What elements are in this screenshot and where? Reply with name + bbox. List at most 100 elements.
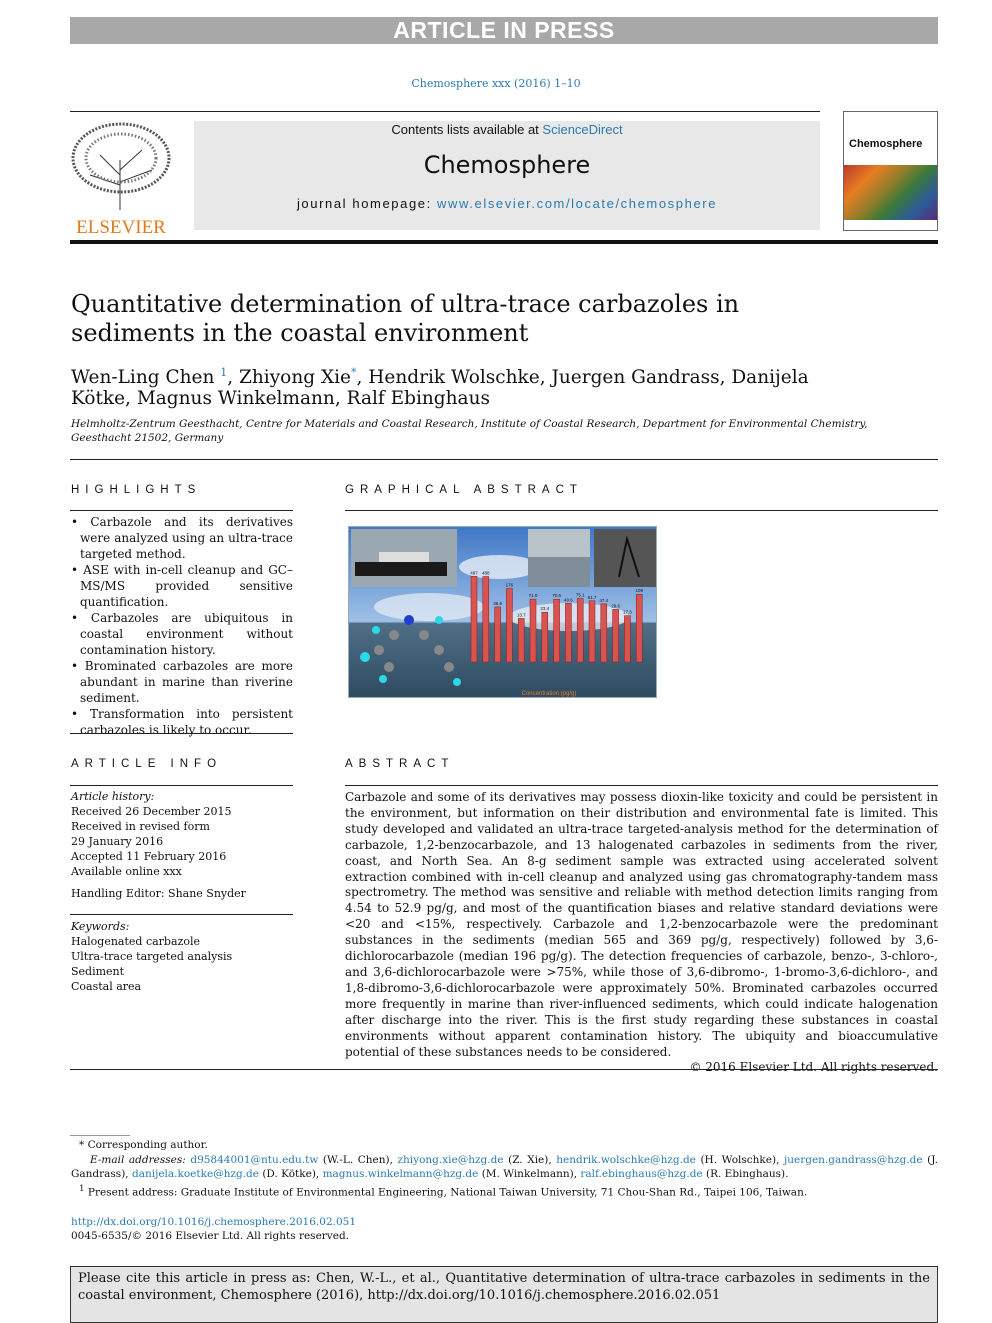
- bar-label: 176: [506, 582, 514, 587]
- author: , Zhiyong Xie: [227, 367, 351, 389]
- highlight-item: • Brominated carbazoles are more abundan…: [71, 659, 293, 705]
- graphical-abstract-figure: 497 488 36.6 176 13.7 71.0 23.4 70.6 49.6 75.1 61.…: [348, 526, 657, 698]
- bar-label: 488: [482, 571, 490, 576]
- sciencedirect-link[interactable]: ScienceDirect: [542, 122, 622, 137]
- author: Wen-Ling Chen: [71, 367, 221, 389]
- email-link[interactable]: danijela.koetke@hzg.de: [132, 1168, 259, 1180]
- divider: [70, 510, 293, 511]
- email-link[interactable]: magnus.winkelmann@hzg.de: [323, 1168, 479, 1180]
- highlight-item: • Carbazoles are ubiquitous in coastal e…: [71, 611, 293, 657]
- chart-bar: [494, 606, 501, 663]
- email-link[interactable]: ralf.ebinghaus@hzg.de: [580, 1168, 702, 1180]
- bar-label: 75.1: [576, 592, 585, 597]
- present-address-note: Present address: Graduate Institute of E…: [87, 1186, 808, 1198]
- chart-bar: [612, 609, 619, 663]
- homepage-link[interactable]: www.elsevier.com/locate/chemosphere: [437, 196, 717, 211]
- divider: [70, 733, 293, 734]
- history-item: Accepted 11 February 2016: [71, 850, 227, 863]
- bar-label: 17.3: [623, 610, 632, 615]
- divider: [70, 785, 293, 786]
- chart-x-caption: Concentration (pg/g): [522, 691, 577, 697]
- email-link[interactable]: d95844001@ntu.edu.tw: [190, 1154, 318, 1166]
- article-info-heading: ARTICLE INFO: [71, 758, 223, 770]
- email-owner: (H. Wolschke),: [695, 1153, 784, 1166]
- citation-box: Please cite this article in press as: Ch…: [70, 1266, 938, 1323]
- footnote-marker: 1: [79, 1183, 85, 1194]
- affiliation: Helmholtz-Zentrum Geesthacht, Centre for…: [71, 418, 868, 444]
- chart-bar: [541, 611, 549, 663]
- email-owner: (M. Winkelmann),: [478, 1168, 581, 1180]
- abstract-heading: ABSTRACT: [345, 758, 455, 770]
- history-item: Received in revised form: [71, 820, 210, 833]
- history-item: Available online xxx: [71, 865, 182, 878]
- highlight-item: • ASE with in-cell cleanup and GC–MS/MS …: [71, 563, 293, 609]
- bar-label: 47.4: [599, 598, 608, 603]
- article-in-press-banner: ARTICLE IN PRESS: [70, 17, 938, 44]
- divider: [345, 785, 938, 786]
- journal-header: Contents lists available at ScienceDirec…: [194, 121, 820, 230]
- chart-bar: [565, 603, 572, 663]
- issn-copyright: 0045-6535/© 2016 Elsevier Ltd. All right…: [71, 1230, 350, 1242]
- article-title: Quantitative determination of ultra-trac…: [71, 290, 740, 347]
- bar-label: 61.7: [588, 595, 597, 600]
- author-list: Wen-Ling Chen 1, Zhiyong Xie*, Hendrik W…: [71, 362, 831, 409]
- email-owner: (R. Ebinghaus).: [702, 1168, 789, 1180]
- doi-link[interactable]: http://dx.doi.org/10.1016/j.chemosphere.…: [71, 1216, 356, 1228]
- footnote-rule: [70, 1135, 130, 1136]
- publisher-name: ELSEVIER: [76, 217, 166, 238]
- cover-title: Chemosphere: [849, 138, 923, 150]
- chart-bar: [529, 598, 537, 663]
- chart-bar: [635, 593, 643, 663]
- article-history: Article history: Received 26 December 20…: [71, 789, 293, 901]
- keyword: Coastal area: [71, 980, 142, 993]
- chart-bar: [624, 615, 631, 663]
- chart-bar: [470, 576, 478, 663]
- handling-editor: Handling Editor: Shane Snyder: [71, 887, 246, 900]
- journal-title: Chemosphere: [423, 151, 591, 179]
- divider: [70, 1069, 938, 1070]
- sampler-photo: [594, 529, 656, 587]
- keyword: Ultra-trace targeted analysis: [71, 950, 233, 963]
- chart-bar: [482, 576, 490, 663]
- email-link[interactable]: zhiyong.xie@hzg.de: [398, 1154, 504, 1166]
- email-owner: (Z. Xie),: [503, 1153, 557, 1166]
- abstract-text: Carbazole and some of its derivatives ma…: [345, 790, 938, 1059]
- bar-label: 70.6: [552, 593, 561, 598]
- keyword: Sediment: [71, 965, 125, 978]
- journal-cover: Chemosphere: [843, 111, 938, 231]
- chart-bar: [576, 598, 584, 663]
- header-rule: [70, 240, 938, 244]
- journal-ref-link[interactable]: Chemosphere xxx (2016) 1–10: [411, 77, 580, 90]
- history-item: 29 January 2016: [71, 835, 164, 848]
- keyword: Halogenated carbazole: [71, 935, 200, 948]
- chart-bar: [600, 603, 608, 663]
- bar-label: 108: [635, 588, 643, 593]
- corresponding-author-note: * Corresponding author.: [79, 1139, 208, 1151]
- email-link[interactable]: juergen.gandrass@hzg.de: [784, 1154, 923, 1166]
- bar-label: 497: [470, 570, 478, 575]
- footnotes: * Corresponding author. E-mail addresses…: [71, 1138, 938, 1244]
- divider: [70, 111, 820, 112]
- abstract-body: Carbazole and some of its derivatives ma…: [345, 790, 938, 1076]
- email-owner: (D. Kötke),: [258, 1168, 323, 1180]
- highlight-item: • Carbazole and its derivatives were ana…: [71, 515, 293, 561]
- elsevier-logo: ELSEVIER: [70, 120, 172, 238]
- divider: [345, 510, 938, 511]
- divider: [70, 914, 293, 915]
- chart-bar: [553, 598, 560, 663]
- bar-label: 29.6: [611, 603, 620, 608]
- graphical-abstract-heading: GRAPHICAL ABSTRACT: [345, 484, 583, 496]
- bar-label: 13.7: [517, 612, 526, 617]
- bar-label: 49.6: [564, 597, 573, 602]
- journal-reference: Chemosphere xxx (2016) 1–10: [0, 77, 992, 90]
- email-link[interactable]: hendrik.wolschke@hzg.de: [556, 1154, 696, 1166]
- chart-bar: [506, 588, 513, 663]
- highlights-heading: HIGHLIGHTS: [71, 484, 202, 496]
- history-label: Article history:: [71, 790, 155, 803]
- email-label: E-mail addresses:: [90, 1153, 191, 1166]
- keywords-label: Keywords:: [71, 920, 130, 933]
- cover-image: [844, 165, 937, 220]
- email-owner: (W.-L. Chen),: [318, 1153, 398, 1166]
- highlights-list: • Carbazole and its derivatives were ana…: [71, 514, 293, 738]
- email-addresses: E-mail addresses: d95844001@ntu.edu.tw (…: [71, 1153, 938, 1182]
